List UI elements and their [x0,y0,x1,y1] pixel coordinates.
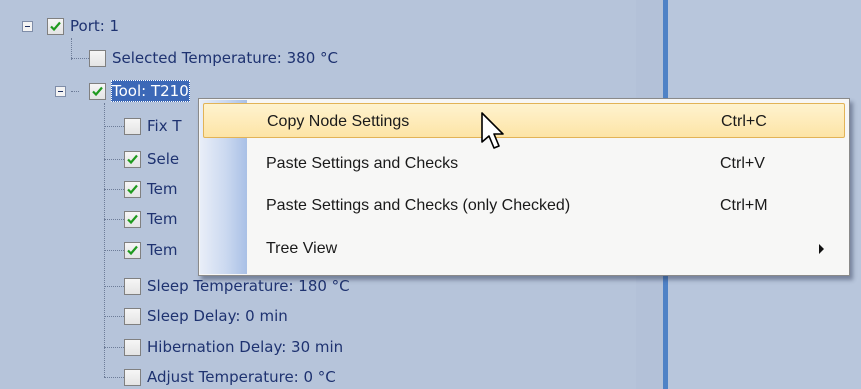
checkbox[interactable] [124,180,141,198]
tree-connector [104,219,124,220]
tree-node-label: Hibernation Delay: 30 min [147,338,344,356]
tree-node-label: Tem [147,210,178,228]
context-menu: Copy Node Settings Ctrl+C Paste Settings… [198,98,850,276]
checkbox[interactable] [124,368,141,386]
tree-node-label: Sele [147,150,180,168]
tree-node-selected-temperature[interactable]: Selected Temperature: 380 °C [89,47,339,69]
menu-item-shortcut: Ctrl+V [720,155,765,172]
submenu-arrow-icon [819,244,824,254]
tree-node-hibernation-delay[interactable]: Hibernation Delay: 30 min [124,336,344,358]
tree-connector [71,58,89,59]
tree-connector [104,347,124,348]
menu-item-paste-settings-and-checks[interactable]: Paste Settings and Checks Ctrl+V [203,146,845,181]
menu-item-copy-node-settings[interactable]: Copy Node Settings Ctrl+C [203,103,845,138]
tree-node-label: Tem [147,241,178,259]
menu-item-shortcut: Ctrl+M [720,197,768,214]
tree-node-label: Sleep Temperature: 180 °C [147,277,350,295]
tree-node-tool[interactable]: Tool: T210 [89,80,190,102]
tree-node-label: Port: 1 [70,17,120,35]
checkbox[interactable] [89,49,106,67]
tree-node-temperature[interactable]: Tem [124,178,178,200]
tree-node-label: Fix T [147,117,182,135]
tree-node-temperature[interactable]: Tem [124,208,178,230]
checkbox[interactable] [124,338,141,356]
mouse-pointer-icon [481,112,504,149]
tree-node-adjust-temperature[interactable]: Adjust Temperature: 0 °C [124,366,337,388]
tree-connector [71,91,79,92]
menu-item-label: Copy Node Settings [267,113,410,130]
tree-connector [104,250,124,251]
tree-connector [104,103,105,377]
tree-node-temperature[interactable]: Tem [124,239,178,261]
menu-item-paste-settings-only-checked[interactable]: Paste Settings and Checks (only Checked)… [203,188,845,223]
tree-node-sleep-delay[interactable]: Sleep Delay: 0 min [124,305,289,327]
collapse-icon[interactable] [55,86,66,97]
tree-node-fix-temperature[interactable]: Fix T [124,115,183,137]
tree-connector [71,38,72,60]
checkbox[interactable] [124,277,141,295]
tree-connector [104,126,124,127]
tree-node-selected[interactable]: Sele [124,148,180,170]
checkbox[interactable] [124,307,141,325]
tree-connector [104,189,124,190]
checkbox[interactable] [124,150,141,168]
checkbox[interactable] [124,117,141,135]
checkbox[interactable] [89,82,106,100]
tree-node-port[interactable]: Port: 1 [47,15,120,37]
tree-connector [104,316,124,317]
tree-node-label: Sleep Delay: 0 min [147,307,288,325]
menu-item-tree-view[interactable]: Tree View [203,231,845,266]
tree-connector [104,159,124,160]
tree-node-label: Tem [147,180,178,198]
checkbox[interactable] [124,241,141,259]
tree-node-label: Tool: T210 [111,80,190,102]
menu-item-shortcut: Ctrl+C [721,113,767,130]
tree-connector [104,377,124,378]
tree-connector [104,286,124,287]
collapse-icon[interactable] [22,21,33,32]
checkbox[interactable] [124,210,141,228]
menu-item-label: Tree View [266,240,338,257]
tree-node-label: Selected Temperature: 380 °C [112,49,339,67]
menu-item-label: Paste Settings and Checks (only Checked) [266,197,571,214]
tree-node-label: Adjust Temperature: 0 °C [147,368,336,386]
checkbox[interactable] [47,17,64,35]
tree-node-sleep-temperature[interactable]: Sleep Temperature: 180 °C [124,275,351,297]
menu-item-label: Paste Settings and Checks [266,155,459,172]
